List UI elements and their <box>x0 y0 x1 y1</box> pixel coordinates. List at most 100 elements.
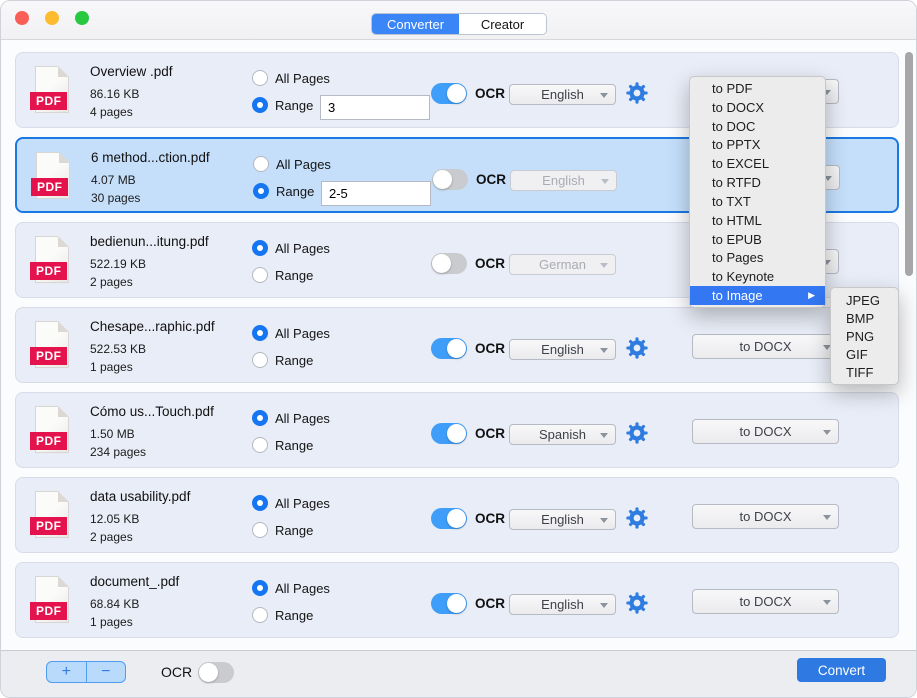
range-radio[interactable]: Range <box>252 267 313 283</box>
toggle-knob <box>447 594 466 613</box>
all-pages-radio[interactable]: All Pages <box>252 580 330 596</box>
tab-converter[interactable]: Converter <box>372 14 459 34</box>
all-pages-radio[interactable]: All Pages <box>252 410 330 426</box>
gear-icon[interactable] <box>626 82 648 104</box>
range-radio[interactable]: Range <box>253 183 314 199</box>
menu-item[interactable]: to DOC <box>690 117 825 136</box>
language-dropdown[interactable]: English <box>509 509 616 530</box>
ocr-toggle[interactable] <box>431 338 467 359</box>
all-pages-radio[interactable]: All Pages <box>252 240 330 256</box>
file-size: 86.16 KB <box>90 87 139 101</box>
language-value: English <box>541 87 584 102</box>
range-input[interactable] <box>321 181 431 206</box>
scrollbar-thumb[interactable] <box>905 52 913 276</box>
range-radio[interactable]: Range <box>252 97 313 113</box>
range-radio[interactable]: Range <box>252 437 313 453</box>
ocr-toggle[interactable] <box>431 83 467 104</box>
menu-item[interactable]: to Keynote <box>690 267 825 286</box>
menu-item[interactable]: to Pages <box>690 248 825 267</box>
submenu-item[interactable]: PNG <box>831 327 898 345</box>
menu-item[interactable]: to PDF <box>690 79 825 98</box>
file-row[interactable]: PDF data usability.pdf 12.05 KB 2 pages … <box>15 477 899 553</box>
global-ocr-toggle[interactable] <box>198 662 234 683</box>
menu-item[interactable]: to Image▶ <box>690 286 825 305</box>
all-pages-radio[interactable]: All Pages <box>252 70 330 86</box>
file-row[interactable]: PDF document_.pdf 68.84 KB 1 pages All P… <box>15 562 899 638</box>
menu-item-label: to EPUB <box>712 232 762 247</box>
pdf-fold-corner <box>58 406 69 417</box>
gear-icon[interactable] <box>626 422 648 444</box>
all-pages-label: All Pages <box>275 411 330 426</box>
remove-file-button[interactable]: − <box>86 662 126 682</box>
range-label: Range <box>275 608 313 623</box>
range-radio[interactable]: Range <box>252 522 313 538</box>
output-format-menu: to PDFto DOCX to DOCto PPTXto EXCELto RTF… <box>689 76 826 308</box>
range-input[interactable] <box>320 95 430 120</box>
menu-item[interactable]: to PPTX <box>690 135 825 154</box>
output-format-dropdown[interactable]: to DOCX <box>692 589 839 614</box>
ocr-toggle[interactable] <box>431 593 467 614</box>
output-format-value: to DOCX <box>739 339 791 354</box>
range-label: Range <box>275 523 313 538</box>
language-value: English <box>541 342 584 357</box>
menu-item[interactable]: to TXT <box>690 192 825 211</box>
submenu-item[interactable]: BMP <box>831 309 898 327</box>
ocr-toggle[interactable] <box>431 508 467 529</box>
all-pages-label: All Pages <box>275 581 330 596</box>
chevron-down-icon <box>600 433 608 438</box>
output-format-dropdown[interactable]: to DOCX <box>692 419 839 444</box>
pdf-fold-corner <box>58 491 69 502</box>
submenu-item[interactable]: JPEG <box>831 291 898 309</box>
language-dropdown[interactable]: German <box>509 254 616 275</box>
language-dropdown[interactable]: English <box>509 594 616 615</box>
pdf-badge: PDF <box>30 517 67 535</box>
file-name: 6 method...ction.pdf <box>91 150 210 165</box>
gear-icon[interactable] <box>626 507 648 529</box>
menu-item-label: to Pages <box>712 250 763 265</box>
submenu-item[interactable]: TIFF <box>831 363 898 381</box>
ocr-toggle[interactable] <box>432 169 468 190</box>
language-dropdown[interactable]: English <box>509 84 616 105</box>
ocr-toggle[interactable] <box>431 253 467 274</box>
gear-icon[interactable] <box>626 592 648 614</box>
ocr-toggle[interactable] <box>431 423 467 444</box>
menu-item[interactable]: to RTFD <box>690 173 825 192</box>
range-radio[interactable]: Range <box>252 352 313 368</box>
output-format-dropdown[interactable]: to DOCX <box>692 334 839 359</box>
chevron-down-icon <box>601 179 609 184</box>
title-bar: Converter Creator <box>1 1 916 40</box>
language-dropdown[interactable]: English <box>510 170 617 191</box>
submenu-item[interactable]: GIF <box>831 345 898 363</box>
menu-item[interactable]: to DOCX <box>690 98 825 117</box>
menu-item[interactable]: to HTML <box>690 211 825 230</box>
convert-button[interactable]: Convert <box>797 658 886 682</box>
add-file-button[interactable]: + <box>47 662 86 682</box>
ocr-label: OCR <box>475 256 505 271</box>
file-row[interactable]: PDF Cómo us...Touch.pdf 1.50 MB 234 page… <box>15 392 899 468</box>
minimize-button[interactable] <box>45 11 59 25</box>
all-pages-radio[interactable]: All Pages <box>252 325 330 341</box>
chevron-down-icon <box>600 93 608 98</box>
pdf-fold-corner <box>59 152 70 163</box>
menu-item[interactable]: to EPUB <box>690 230 825 249</box>
gear-icon[interactable] <box>626 337 648 359</box>
all-pages-radio[interactable]: All Pages <box>253 156 331 172</box>
all-pages-label: All Pages <box>275 241 330 256</box>
range-radio[interactable]: Range <box>252 607 313 623</box>
menu-item-label: to DOC <box>712 119 755 134</box>
zoom-button[interactable] <box>75 11 89 25</box>
radio-icon <box>253 156 269 172</box>
radio-icon <box>253 183 269 199</box>
output-format-dropdown[interactable]: to DOCX <box>692 504 839 529</box>
file-row[interactable]: PDF Chesape...raphic.pdf 522.53 KB 1 pag… <box>15 307 899 383</box>
radio-icon <box>252 97 268 113</box>
all-pages-radio[interactable]: All Pages <box>252 495 330 511</box>
tab-creator[interactable]: Creator <box>459 14 546 34</box>
close-button[interactable] <box>15 11 29 25</box>
output-format-value: to DOCX <box>739 424 791 439</box>
pdf-badge: PDF <box>30 602 67 620</box>
language-dropdown[interactable]: Spanish <box>509 424 616 445</box>
pdf-file-icon: PDF <box>35 406 69 453</box>
menu-item[interactable]: to EXCEL <box>690 154 825 173</box>
language-dropdown[interactable]: English <box>509 339 616 360</box>
